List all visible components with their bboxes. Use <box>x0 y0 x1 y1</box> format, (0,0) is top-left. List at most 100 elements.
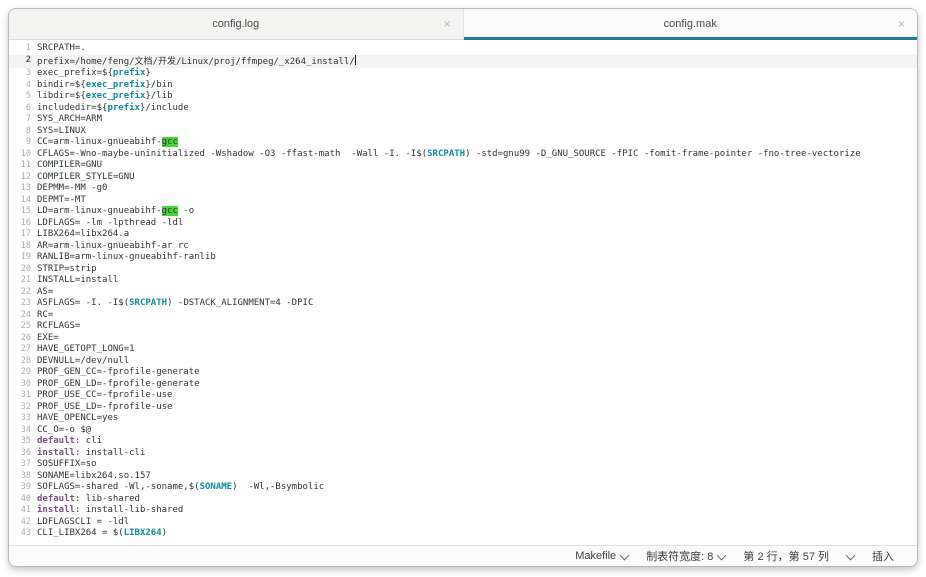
code-line[interactable]: 18 AR=arm-linux-gnueabihf-ar rc <box>9 241 917 253</box>
line-number: 12 <box>20 171 31 182</box>
code-line[interactable]: 12 COMPILER_STYLE=GNU <box>9 172 917 184</box>
goto-line-dropdown[interactable] <box>838 546 863 566</box>
code-line[interactable]: 43 CLI_LIBX264 = $(LIBX264) <box>9 528 917 540</box>
line-text: SOFLAGS=-shared -Wl,-soname,$(SONAME) -W… <box>37 482 325 492</box>
code-line[interactable]: 28 DEVNULL=/dev/null <box>9 356 917 368</box>
text-cursor <box>354 54 356 65</box>
code-line[interactable]: 1 SRCPATH=. <box>9 43 917 55</box>
code-line[interactable]: 10 CFLAGS=-Wno-maybe-uninitialized -Wshad… <box>9 149 917 161</box>
line-number: 15 <box>20 206 31 216</box>
tab-width-selector[interactable]: 制表符宽度: 8 <box>637 546 734 566</box>
line-text: EXE= <box>37 332 59 343</box>
code-line[interactable]: 11 COMPILER=GNU <box>9 160 917 172</box>
line-text: default: cli <box>37 436 103 446</box>
line-number: 7 <box>25 114 31 124</box>
code-line[interactable]: 26 EXE= <box>9 333 917 345</box>
line-number: 1 <box>25 43 31 53</box>
tab-config-log[interactable]: config.log × <box>9 9 463 39</box>
line-text: CC=arm-linux-gnueabihf-gcc <box>37 137 178 147</box>
code-line[interactable]: 4 bindir=${exec_prefix}/bin <box>9 80 917 92</box>
code-line[interactable]: 9 CC=arm-linux-gnueabihf-gcc <box>9 137 917 149</box>
chevron-down-icon <box>619 550 630 560</box>
line-text: DEVNULL=/dev/null <box>37 355 130 366</box>
code-line[interactable]: 40 default: lib-shared <box>9 494 917 506</box>
code-line[interactable]: 21 INSTALL=install <box>9 275 917 287</box>
code-line[interactable]: 25 RCFLAGS= <box>9 321 917 333</box>
line-number: 9 <box>25 137 31 147</box>
line-number: 29 <box>20 367 31 377</box>
line-text: HAVE_GETOPT_LONG=1 <box>37 344 135 354</box>
code-line[interactable]: 38 SONAME=libx264.so.157 <box>9 471 917 483</box>
code-line[interactable]: 23 ASFLAGS= -I. -I$(SRCPATH) -DSTACK_ALIG… <box>9 298 917 310</box>
cursor-position: 第 2 行，第 57 列 <box>743 551 829 563</box>
line-text: CC_O=-o $@ <box>37 424 92 435</box>
close-icon[interactable]: × <box>441 18 452 30</box>
code-line[interactable]: 30 PROF_GEN_LD=-fprofile-generate <box>9 379 917 391</box>
line-text: RCFLAGS= <box>37 321 81 331</box>
line-text: HAVE_OPENCL=yes <box>37 413 119 423</box>
line-text: RC= <box>37 309 54 320</box>
code-line[interactable]: 15 LD=arm-linux-gnueabihf-gcc -o <box>9 206 917 218</box>
code-line[interactable]: 16 LDFLAGS= -lm -lpthread -ldl <box>9 218 917 230</box>
code-line[interactable]: 20 STRIP=strip <box>9 264 917 276</box>
line-number: 6 <box>25 102 31 113</box>
line-number: 25 <box>20 321 31 331</box>
line-number: 42 <box>20 516 31 527</box>
code-line[interactable]: 33 HAVE_OPENCL=yes <box>9 413 917 425</box>
code-line[interactable]: 17 LIBX264=libx264.a <box>9 229 917 241</box>
code-line[interactable]: 36 install: install-cli <box>9 448 917 460</box>
code-line[interactable]: 19 RANLIB=arm-linux-gnueabihf-ranlib <box>9 252 917 264</box>
line-text: install: install-cli <box>37 447 146 458</box>
line-text: LD=arm-linux-gnueabihf-gcc -o <box>37 206 195 216</box>
code-line[interactable]: 37 SOSUFFIX=so <box>9 459 917 471</box>
line-number: 26 <box>20 332 31 343</box>
line-number: 31 <box>20 390 31 400</box>
code-line[interactable]: 34 CC_O=-o $@ <box>9 425 917 437</box>
line-text: CLI_LIBX264 = $(LIBX264) <box>37 528 168 538</box>
line-number: 4 <box>25 79 31 90</box>
code-line[interactable]: 24 RC= <box>9 310 917 322</box>
tab-config-mak[interactable]: config.mak × <box>462 9 917 40</box>
line-number: 16 <box>20 217 31 228</box>
line-number: 40 <box>20 493 31 504</box>
code-line[interactable]: 27 HAVE_GETOPT_LONG=1 <box>9 344 917 356</box>
code-line[interactable]: 32 PROF_USE_LD=-fprofile-use <box>9 402 917 414</box>
line-number: 38 <box>20 470 31 481</box>
code-line[interactable]: 7 SYS_ARCH=ARM <box>9 114 917 126</box>
code-line[interactable]: 39 SOFLAGS=-shared -Wl,-soname,$(SONAME) … <box>9 482 917 494</box>
line-number: 3 <box>25 68 31 78</box>
code-line[interactable]: 41 install: install-lib-shared <box>9 505 917 517</box>
line-text: SYS_ARCH=ARM <box>37 114 103 124</box>
code-line[interactable]: 3 exec_prefix=${prefix} <box>9 68 917 80</box>
insert-mode-indicator[interactable]: 插入 <box>863 546 903 566</box>
line-number: 37 <box>20 459 31 469</box>
line-number: 43 <box>20 528 31 538</box>
language-selector[interactable]: Makefile <box>566 546 637 566</box>
line-text: SOSUFFIX=so <box>37 459 97 469</box>
code-line[interactable]: 13 DEPMM=-MM -g0 <box>9 183 917 195</box>
code-line[interactable]: 6 includedir=${prefix}/include <box>9 103 917 115</box>
code-line[interactable]: 14 DEPMT=-MT <box>9 195 917 207</box>
line-text: prefix=/home/feng/文档/开发/Linux/proj/ffmpe… <box>37 54 356 67</box>
code-area[interactable]: 1 SRCPATH=. 2 prefix=/home/feng/文档/开发/Linux… <box>9 40 917 545</box>
line-number: 11 <box>20 160 31 170</box>
line-number: 39 <box>20 482 31 492</box>
code-line[interactable]: 42 LDFLAGSCLI = -ldl <box>9 517 917 529</box>
line-number: 23 <box>20 298 31 308</box>
code-line[interactable]: 35 default: cli <box>9 436 917 448</box>
line-number: 22 <box>20 286 31 297</box>
code-line[interactable]: 8 SYS=LINUX <box>9 126 917 138</box>
code-line[interactable]: 29 PROF_GEN_CC=-fprofile-generate <box>9 367 917 379</box>
line-number: 35 <box>20 436 31 446</box>
line-text: PROF_USE_LD=-fprofile-use <box>37 401 173 412</box>
line-text: COMPILER=GNU <box>37 160 103 170</box>
code-line[interactable]: 22 AS= <box>9 287 917 299</box>
line-text: ASFLAGS= -I. -I$(SRCPATH) -DSTACK_ALIGNM… <box>37 298 314 308</box>
code-line[interactable]: 2 prefix=/home/feng/文档/开发/Linux/proj/ffmp… <box>9 54 917 68</box>
code-line[interactable]: 5 libdir=${exec_prefix}/lib <box>9 91 917 103</box>
line-number: 36 <box>20 447 31 458</box>
tab-label: config.mak <box>663 18 717 30</box>
close-icon[interactable]: × <box>896 18 907 30</box>
line-number: 18 <box>20 240 31 251</box>
code-line[interactable]: 31 PROF_USE_CC=-fprofile-use <box>9 390 917 402</box>
